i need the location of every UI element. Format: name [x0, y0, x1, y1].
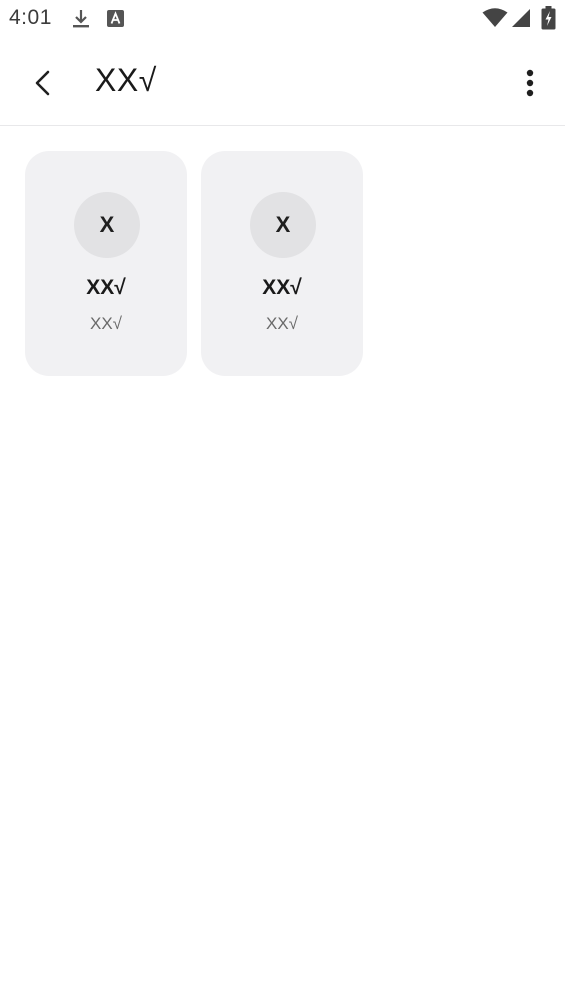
status-bar: 4:01 — [0, 0, 565, 38]
download-icon — [73, 10, 89, 28]
avatar: X — [250, 192, 316, 258]
card-subtitle: XX√ — [265, 314, 298, 333]
wifi-icon — [482, 8, 508, 27]
card-name: XX√ — [262, 276, 302, 299]
battery-charging-icon — [541, 6, 556, 30]
card-subtitle: XX√ — [89, 314, 122, 333]
back-button[interactable] — [18, 60, 68, 106]
status-time: 4:01 — [9, 6, 52, 29]
app-bar: XX√ — [0, 38, 565, 126]
contact-card[interactable]: X XX√ XX√ — [25, 151, 187, 376]
more-options-button[interactable] — [510, 60, 550, 106]
card-grid: X XX√ XX√ X XX√ XX√ — [25, 151, 363, 376]
text-a-icon — [107, 10, 124, 27]
avatar: X — [74, 192, 140, 258]
chevron-left-icon — [35, 70, 50, 96]
card-name: XX√ — [86, 276, 126, 299]
more-vertical-icon — [526, 69, 534, 97]
contact-card[interactable]: X XX√ XX√ — [201, 151, 363, 376]
page-title: XX√ — [95, 62, 157, 98]
signal-icon — [512, 9, 530, 27]
